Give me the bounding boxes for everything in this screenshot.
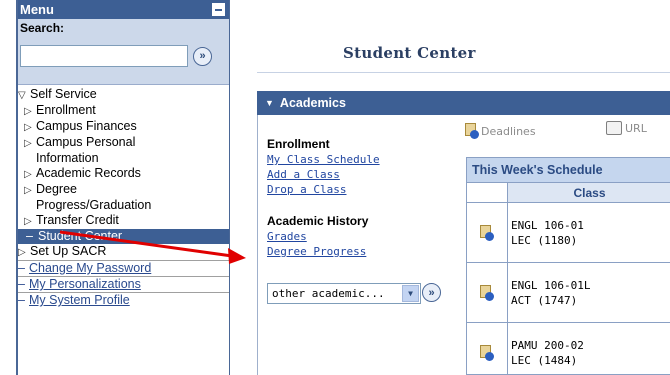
- go-arrow-icon: »: [199, 50, 206, 62]
- class-section: LEC (1180): [511, 233, 578, 247]
- table-row: PAMU 200-02 LEC (1484): [467, 323, 670, 375]
- expand-triangle-icon: ▷: [18, 247, 26, 258]
- section-title: Academics: [279, 96, 346, 110]
- menu-item-campus-personal-cont[interactable]: Information: [18, 151, 229, 166]
- menu-title: Menu: [20, 2, 54, 17]
- menu-item-student-center[interactable]: – Student Center: [18, 229, 229, 244]
- page-title: Student Center: [343, 44, 476, 62]
- class-code: ENGL 106-01L: [511, 278, 591, 292]
- table-row: ENGL 106-01 LEC (1180): [467, 203, 670, 263]
- expand-triangle-icon: ▷: [24, 185, 32, 196]
- expand-triangle-icon: ▷: [24, 138, 32, 149]
- menu-list: ▽ Self Service ▷ Enrollment ▷ Campus Financ…: [18, 85, 229, 308]
- deadlines-link[interactable]: Deadlines: [465, 123, 536, 139]
- menu-item-campus-personal[interactable]: ▷ Campus Personal: [18, 135, 229, 151]
- expand-triangle-icon: ▽: [18, 90, 26, 101]
- degree-progress-link[interactable]: Degree Progress: [267, 245, 366, 258]
- menu-item-personalizations[interactable]: – My Personalizations: [18, 277, 229, 292]
- class-column-header: Class: [508, 183, 670, 202]
- expand-triangle-icon: ▷: [24, 169, 32, 180]
- my-class-schedule-link[interactable]: My Class Schedule: [267, 153, 380, 166]
- schedule-heading: This Week's Schedule: [467, 158, 670, 183]
- collapse-triangle-icon: ▼: [265, 98, 274, 108]
- search-section: Search: »: [18, 19, 229, 85]
- minimize-icon[interactable]: [212, 3, 225, 16]
- menu-item-self-service[interactable]: ▽ Self Service: [18, 87, 229, 103]
- menu-item-transfer-credit[interactable]: ▷ Transfer Credit: [18, 213, 229, 229]
- table-row: ENGL 106-01L ACT (1747): [467, 263, 670, 323]
- class-code: PAMU 200-02: [511, 339, 584, 352]
- menu-item-campus-finances[interactable]: ▷ Campus Finances: [18, 119, 229, 135]
- url-icon: [606, 121, 622, 135]
- main-content: Student Center ▼ Academics Enrollment My…: [231, 0, 670, 375]
- academics-section-header[interactable]: ▼ Academics: [257, 91, 670, 115]
- enrollment-heading: Enrollment: [267, 137, 330, 151]
- search-label: Search:: [20, 21, 65, 35]
- deadlines-icon: [465, 123, 479, 139]
- menu-item-enrollment[interactable]: ▷ Enrollment: [18, 103, 229, 119]
- grades-link[interactable]: Grades: [267, 230, 307, 243]
- menu-item-degree[interactable]: ▷ Degree: [18, 182, 229, 198]
- title-divider: [257, 72, 670, 73]
- menu-item-setup-sacr[interactable]: ▷ Set Up SACR: [18, 244, 229, 260]
- expand-triangle-icon: ▷: [24, 216, 32, 227]
- calendar-icon[interactable]: [480, 345, 494, 361]
- class-code: ENGL 106-01: [511, 218, 584, 232]
- chevron-down-icon[interactable]: ▼: [402, 285, 419, 302]
- search-input[interactable]: [20, 45, 188, 67]
- calendar-icon[interactable]: [480, 284, 494, 301]
- go-arrow-icon[interactable]: »: [422, 283, 441, 302]
- expand-triangle-icon: ▷: [24, 122, 32, 133]
- weekly-schedule-table: This Week's Schedule Class ENGL 106-01 LE…: [466, 157, 670, 375]
- search-go-button[interactable]: »: [193, 46, 212, 66]
- menu-header: Menu: [18, 0, 229, 19]
- add-class-link[interactable]: Add a Class: [267, 168, 340, 181]
- menu-item-degree-cont[interactable]: Progress/Graduation: [18, 198, 229, 213]
- url-link[interactable]: URL: [606, 121, 647, 135]
- menu-item-system-profile[interactable]: – My System Profile: [18, 293, 229, 308]
- select-value: other academic...: [272, 287, 385, 300]
- academic-history-heading: Academic History: [267, 214, 369, 228]
- class-section: ACT (1747): [511, 293, 578, 307]
- menu-item-change-password[interactable]: – Change My Password: [18, 261, 229, 276]
- menu-item-academic-records[interactable]: ▷ Academic Records: [18, 166, 229, 182]
- class-section: LEC (1484): [511, 354, 578, 367]
- other-academic-select[interactable]: other academic... ▼: [267, 283, 421, 304]
- calendar-icon[interactable]: [480, 224, 494, 241]
- drop-class-link[interactable]: Drop a Class: [267, 183, 346, 196]
- academics-body: Enrollment My Class Schedule Add a Class…: [257, 115, 670, 375]
- schedule-column-header: Class: [467, 183, 670, 203]
- expand-triangle-icon: ▷: [24, 106, 32, 117]
- left-menu: Menu Search: » ▽ Self Service ▷ Enrollment…: [16, 0, 230, 375]
